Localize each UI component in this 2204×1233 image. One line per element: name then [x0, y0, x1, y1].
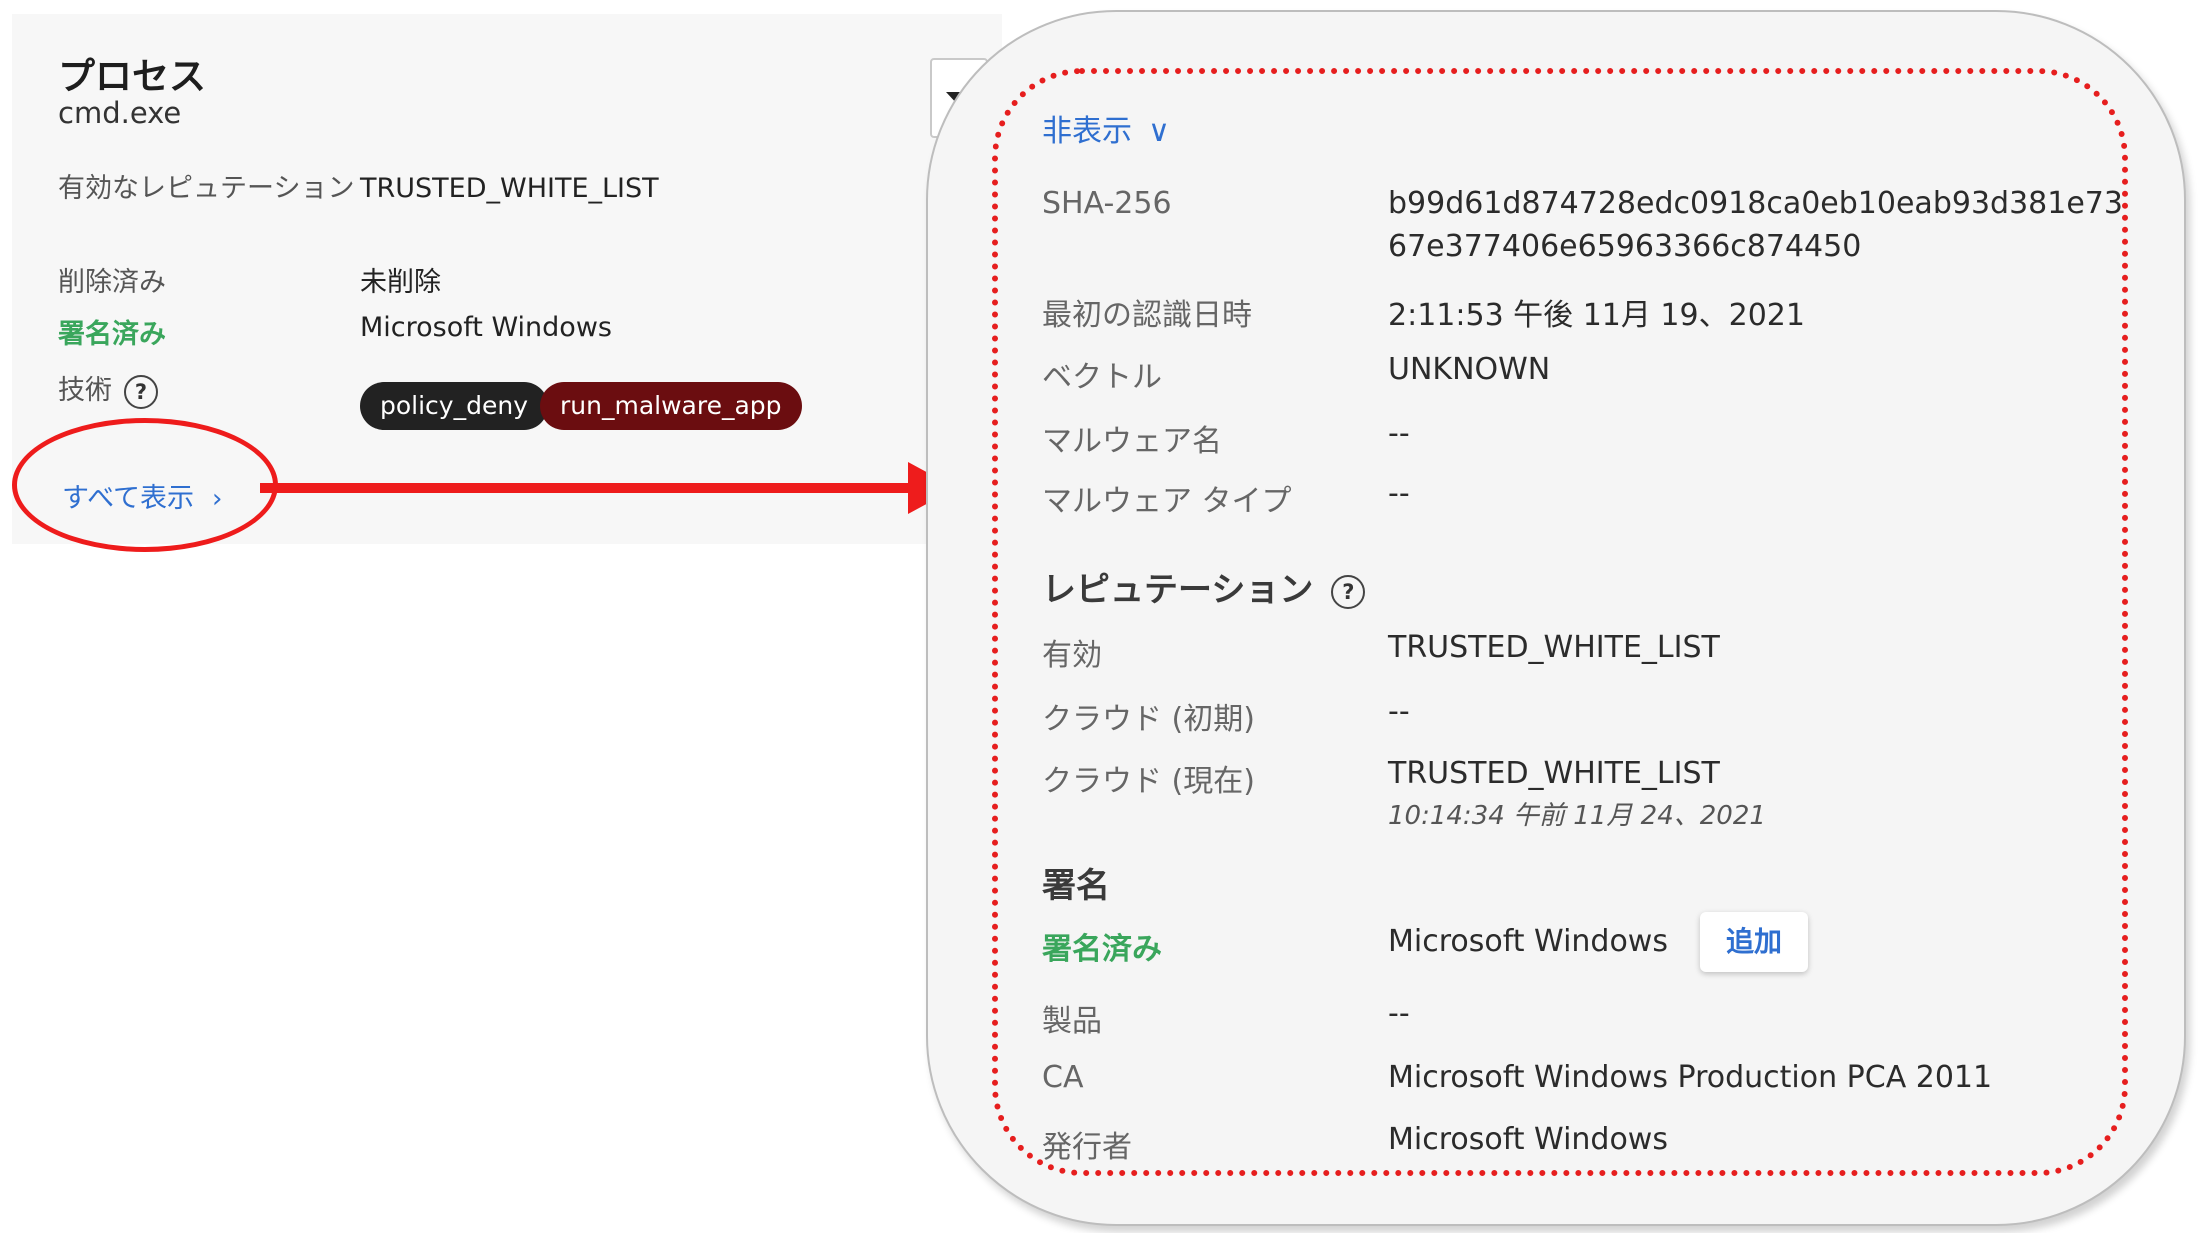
hide-link[interactable]: 非表示 ∨: [1042, 106, 1170, 150]
cloud-initial-label: クラウド (初期): [1042, 702, 1255, 737]
malware-type-value: --: [1388, 476, 1410, 511]
help-icon[interactable]: ?: [1331, 574, 1366, 609]
deleted-label: 削除済み: [58, 267, 166, 298]
sha256-label: SHA-256: [1042, 186, 1172, 221]
process-name: cmd.exe: [58, 96, 182, 130]
issuer-label: 発行者: [1042, 1130, 1132, 1165]
product-label: 製品: [1042, 1004, 1102, 1039]
ca-label: CA: [1042, 1060, 1084, 1095]
vector-label: ベクトル: [1042, 360, 1162, 395]
effective-value: TRUSTED_WHITE_LIST: [1388, 630, 1720, 665]
signed-label: 署名済み: [58, 319, 166, 350]
effective-reputation-value: TRUSTED_WHITE_LIST: [360, 173, 659, 204]
sha256-value: b99d61d874728edc0918ca0eb10eab93d381e736…: [1388, 186, 2123, 264]
panel-title: プロセス: [58, 55, 206, 98]
highlight-ellipse: [12, 418, 278, 552]
issuer-value: Microsoft Windows: [1388, 1122, 1668, 1157]
tag-run-malware-app[interactable]: run_malware_app: [540, 382, 802, 430]
effective-reputation-label: 有効なレピュテーション: [58, 173, 355, 204]
ca-value: Microsoft Windows Production PCA 2011: [1388, 1060, 1993, 1095]
signed-value: Microsoft Windows: [360, 312, 612, 343]
chevron-down-icon: ∨: [1148, 114, 1170, 149]
malware-name-value: --: [1388, 416, 1410, 451]
first-seen-value: 2:11:53 午後 11月 19、2021: [1388, 298, 1805, 333]
malware-type-label: マルウェア タイプ: [1042, 484, 1292, 519]
signed-label: 署名済み: [1042, 932, 1162, 967]
add-button[interactable]: 追加: [1700, 912, 1808, 972]
reputation-heading-label: レピュテーション: [1042, 570, 1314, 610]
cloud-current-cell: TRUSTED_WHITE_LIST 10:14:34 午前 11月 24、20…: [1388, 756, 1766, 832]
help-icon[interactable]: ?: [124, 374, 158, 409]
cloud-current-label: クラウド (現在): [1042, 764, 1255, 799]
technique-label: 技術: [58, 375, 112, 406]
first-seen-label: 最初の認識日時: [1042, 298, 1252, 333]
signed-value: Microsoft Windows: [1388, 924, 1668, 959]
deleted-value: 未削除: [360, 267, 441, 298]
technique-row: 技術?: [58, 368, 158, 409]
tag-policy-deny[interactable]: policy_deny: [360, 382, 548, 430]
signature-heading: 署名: [1042, 866, 1110, 906]
reputation-heading: レピュテーション?: [1042, 562, 1366, 611]
hide-label: 非表示: [1042, 114, 1132, 149]
cloud-initial-value: --: [1388, 694, 1410, 729]
vector-value: UNKNOWN: [1388, 352, 1551, 387]
effective-label: 有効: [1042, 638, 1102, 673]
product-value: --: [1388, 996, 1410, 1031]
cloud-current-value: TRUSTED_WHITE_LIST: [1388, 756, 1720, 791]
malware-name-label: マルウェア名: [1042, 424, 1222, 459]
annotation-arrow-line: [260, 483, 916, 493]
cloud-current-timestamp: 10:14:34 午前 11月 24、2021: [1388, 801, 1766, 831]
